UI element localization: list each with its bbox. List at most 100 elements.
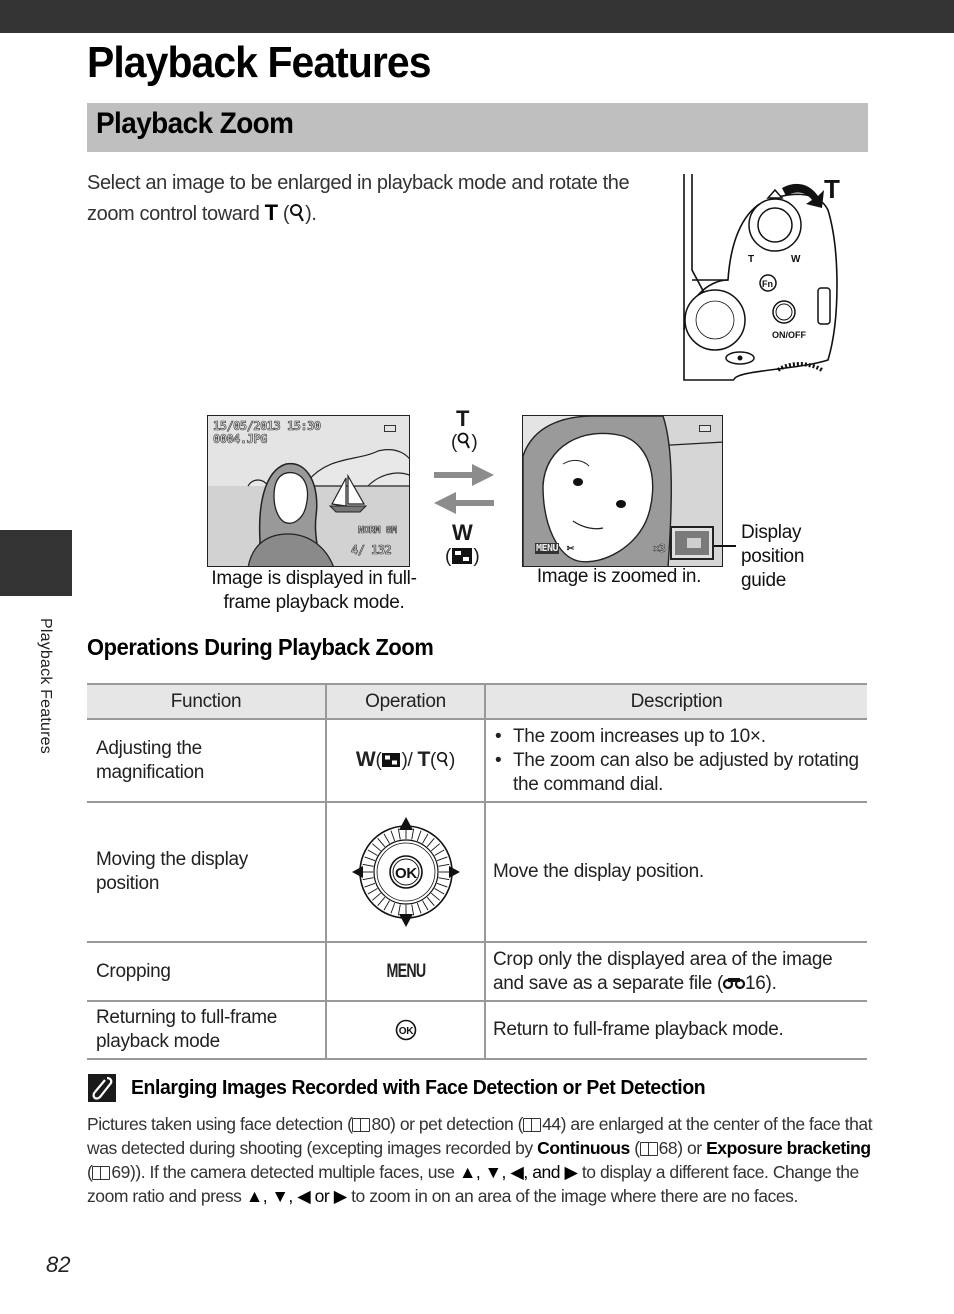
arrow-left-icon (434, 492, 494, 514)
t-label: T (264, 200, 278, 225)
function-cell: Returning to full-frame playback mode (87, 1001, 326, 1060)
col-function: Function (87, 683, 326, 720)
direction-arrows: ▲, ▼, ◀ or ▶ (245, 1186, 347, 1206)
description-item: The zoom increases up to 10×. (493, 725, 867, 749)
caption-guide: Display position guide (741, 521, 804, 593)
magnify-icon (436, 751, 448, 767)
osd-menu-label: MENU (535, 543, 560, 554)
top-bar (0, 0, 954, 33)
thumbnail-icon (452, 548, 473, 564)
function-cell: Cropping (87, 942, 326, 1002)
paren-close: ) (473, 546, 480, 567)
intro-text: Select an image to be enlarged in playba… (87, 172, 630, 225)
description-list: The zoom increases up to 10×. The zoom c… (493, 725, 867, 797)
svg-text:Fn: Fn (762, 279, 773, 289)
table-row: Cropping MENU Crop only the displayed ar… (87, 942, 867, 1002)
osd-date-time: 15/05/2013 15:30 (213, 419, 322, 434)
fn-button: Fn (759, 274, 777, 292)
zoom-direction-arrows (434, 464, 494, 514)
osd-frame-counter: 4/ 132 (351, 543, 392, 558)
lever-t-label: T (748, 254, 754, 265)
col-description: Description (484, 683, 867, 720)
left-arrow-icon (351, 866, 363, 878)
page-number: 82 (46, 1252, 71, 1277)
operation-cell: MENU (325, 942, 485, 1002)
down-arrow-icon (398, 914, 413, 927)
caption-fullframe-line1: Image is displayed in full- (211, 568, 417, 589)
caption-fullframe: Image is displayed in full- frame playba… (198, 567, 430, 615)
zoomed-playback-screen: MENU ✂ ×3 (522, 415, 723, 567)
w-label-diagram: W (452, 520, 473, 545)
operations-table: Function Operation Description Adjusting… (87, 683, 867, 1060)
note-text: ) or pet detection ( (390, 1114, 524, 1134)
reference-section-icon (722, 977, 746, 989)
visible-area-marker (687, 538, 701, 548)
power-button (772, 300, 796, 324)
note-ref: 80 (371, 1114, 391, 1134)
operation-cell: OK (325, 802, 485, 943)
table-row: Returning to full-frame playback mode OK … (87, 1001, 867, 1060)
note-ref: 69 (111, 1162, 130, 1182)
chapter-tab-label: Playback Features (37, 618, 54, 754)
ok-label: OK (395, 865, 417, 882)
intro-paren: ( (277, 203, 290, 225)
function-text: playback mode (96, 1031, 220, 1052)
description-cell: Return to full-frame playback mode. (484, 1001, 867, 1060)
note-text: to zoom in on an area of the image where… (346, 1186, 798, 1206)
description-cell: The zoom increases up to 10×. The zoom c… (484, 719, 867, 803)
scissors-icon: ✂ (567, 541, 575, 556)
w-icon-diagram: () (445, 546, 480, 568)
magnify-icon (457, 432, 471, 449)
right-arrow-icon (448, 866, 460, 878)
osd-file-name: 0004.JPG (213, 432, 268, 447)
operation-separator: )/ (401, 750, 418, 771)
book-reference-icon: 🕮 (639, 1142, 658, 1156)
note-text: Pictures taken using face detection ( (87, 1114, 353, 1134)
note-title: Enlarging Images Recorded with Face Dete… (131, 1077, 706, 1099)
guide-label-line1: Display (741, 522, 802, 543)
note-ref: 44 (542, 1114, 561, 1134)
description-text-part: ). (765, 972, 777, 994)
w-key: W (355, 748, 376, 771)
col-operation: Operation (325, 683, 485, 720)
guide-label-line3: guide (741, 570, 786, 591)
function-text: Returning to full-frame (96, 1007, 278, 1028)
section-header: Playback Zoom (87, 103, 868, 152)
ok-label: OK (398, 1026, 413, 1037)
book-reference-icon: 🕮 (523, 1118, 542, 1132)
description-text-part: and save as a separate file ( (493, 972, 723, 994)
fullframe-playback-screen: 15/05/2013 15:30 0004.JPG NORM 8M 4/ 132 (207, 415, 410, 567)
chapter-tab (0, 530, 72, 596)
power-label: ON/OFF (772, 330, 806, 340)
osd-quality: NORM 8M (358, 525, 398, 537)
menu-button-label: MENU (386, 960, 426, 982)
guide-leader-line (714, 545, 736, 547)
note-bold-term: Continuous (537, 1138, 630, 1158)
rear-dial (776, 362, 823, 372)
intro-end: ). (305, 203, 317, 225)
t-icon-diagram: () (451, 432, 478, 454)
description-cell: Move the display position. (484, 802, 867, 943)
function-text: position (96, 873, 160, 894)
table-header-row: Function Operation Description (87, 683, 867, 720)
paren-close: ) (471, 432, 478, 453)
function-text: magnification (96, 761, 205, 783)
lever-w-label: W (791, 254, 801, 265)
zoom-lever (748, 188, 802, 252)
display-position-guide (670, 526, 714, 560)
book-reference-icon: 🕮 (92, 1166, 111, 1180)
battery-icon (384, 425, 396, 432)
function-cell: Adjusting the magnification (87, 719, 326, 803)
description-text: and save as a separate file (16). (493, 972, 867, 996)
mode-dial (684, 289, 746, 351)
function-cell: Moving the display position (87, 802, 326, 943)
book-reference-icon: 🕮 (352, 1118, 371, 1132)
function-text: Moving the display (96, 849, 248, 870)
direction-arrows: ▲, ▼, ◀, and ▶ (458, 1162, 578, 1182)
table-row: Moving the display position OK Move the d… (87, 802, 867, 943)
t-label-diagram: T (456, 406, 470, 431)
operation-cell: OK (325, 1001, 485, 1060)
strap-lug (817, 287, 831, 325)
command-dial (725, 351, 755, 365)
operations-title: Operations During Playback Zoom (87, 634, 434, 660)
